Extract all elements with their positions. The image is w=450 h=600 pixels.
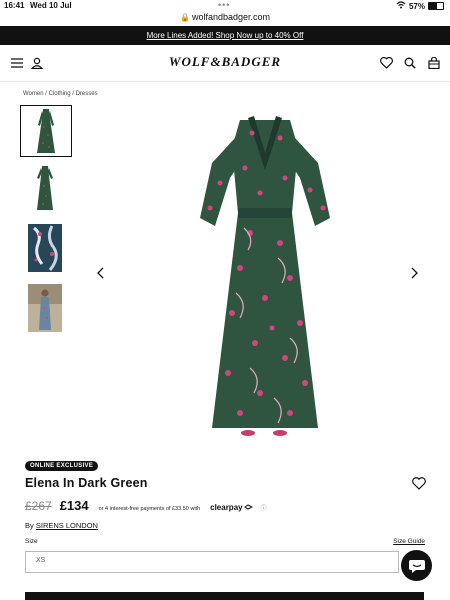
info-icon[interactable]: ⓘ	[261, 503, 267, 512]
original-price: £267	[25, 499, 52, 513]
thumbnail-2[interactable]	[20, 163, 70, 213]
brand-link[interactable]: SIRENS LONDON	[36, 521, 98, 530]
add-to-bag-button[interactable]	[25, 592, 424, 600]
url-text: wolfandbadger.com	[191, 12, 271, 22]
size-label: Size	[25, 538, 38, 545]
thumbnail-4[interactable]	[20, 283, 70, 333]
promo-banner[interactable]: More Lines Added! Shop Now up to 40% Off	[0, 26, 450, 45]
by-prefix: By	[25, 521, 34, 530]
next-image-button[interactable]	[407, 264, 423, 282]
site-header: WOLF&BADGER	[0, 45, 450, 82]
tab-dots-icon[interactable]: •••	[218, 0, 230, 10]
bag-icon[interactable]	[425, 54, 443, 72]
price-row: £267 £134 or 4 interest-free payments of…	[25, 498, 267, 513]
installments-text: or 4 interest-free payments of £33.50 wi…	[98, 506, 201, 512]
size-guide-link[interactable]: Size Guide	[393, 538, 425, 545]
size-selected-value: XS	[36, 557, 46, 564]
sale-price: £134	[59, 498, 89, 513]
wifi-icon	[396, 1, 406, 11]
clearpay-logo: clearpay	[210, 503, 253, 512]
thumbnail-1[interactable]	[20, 105, 72, 157]
wishlist-icon[interactable]	[377, 54, 395, 72]
chat-icon	[408, 559, 425, 573]
search-icon[interactable]	[401, 54, 419, 72]
chat-button[interactable]	[401, 550, 432, 581]
clearpay-text: clearpay	[210, 503, 243, 512]
product-wishlist-icon[interactable]	[412, 477, 428, 491]
previous-image-button[interactable]	[92, 264, 108, 282]
thumbnail-3[interactable]	[20, 223, 70, 273]
address-bar[interactable]: 🔒 wolfandbadger.com	[0, 12, 450, 22]
product-title: Elena In Dark Green	[25, 476, 148, 490]
online-exclusive-badge: ONLINE EXCLUSIVE	[25, 461, 99, 471]
size-select[interactable]: XS	[25, 551, 399, 573]
lock-icon: 🔒	[179, 13, 190, 22]
breadcrumb[interactable]: Women / Clothing / Dresses	[23, 91, 98, 97]
status-date: Wed 10 Jul	[30, 1, 72, 10]
status-time: 16:41	[4, 1, 25, 10]
status-right: 57%	[396, 1, 444, 11]
battery-icon	[428, 2, 444, 10]
product-main-image[interactable]	[140, 108, 390, 438]
status-bar: 16:41 Wed 10 Jul ••• 🔒 wolfandbadger.com …	[0, 0, 450, 26]
promo-link[interactable]: More Lines Added! Shop Now up to 40% Off	[147, 31, 304, 40]
brand-line: By SIRENS LONDON	[25, 521, 98, 530]
battery-percent: 57%	[408, 1, 425, 11]
